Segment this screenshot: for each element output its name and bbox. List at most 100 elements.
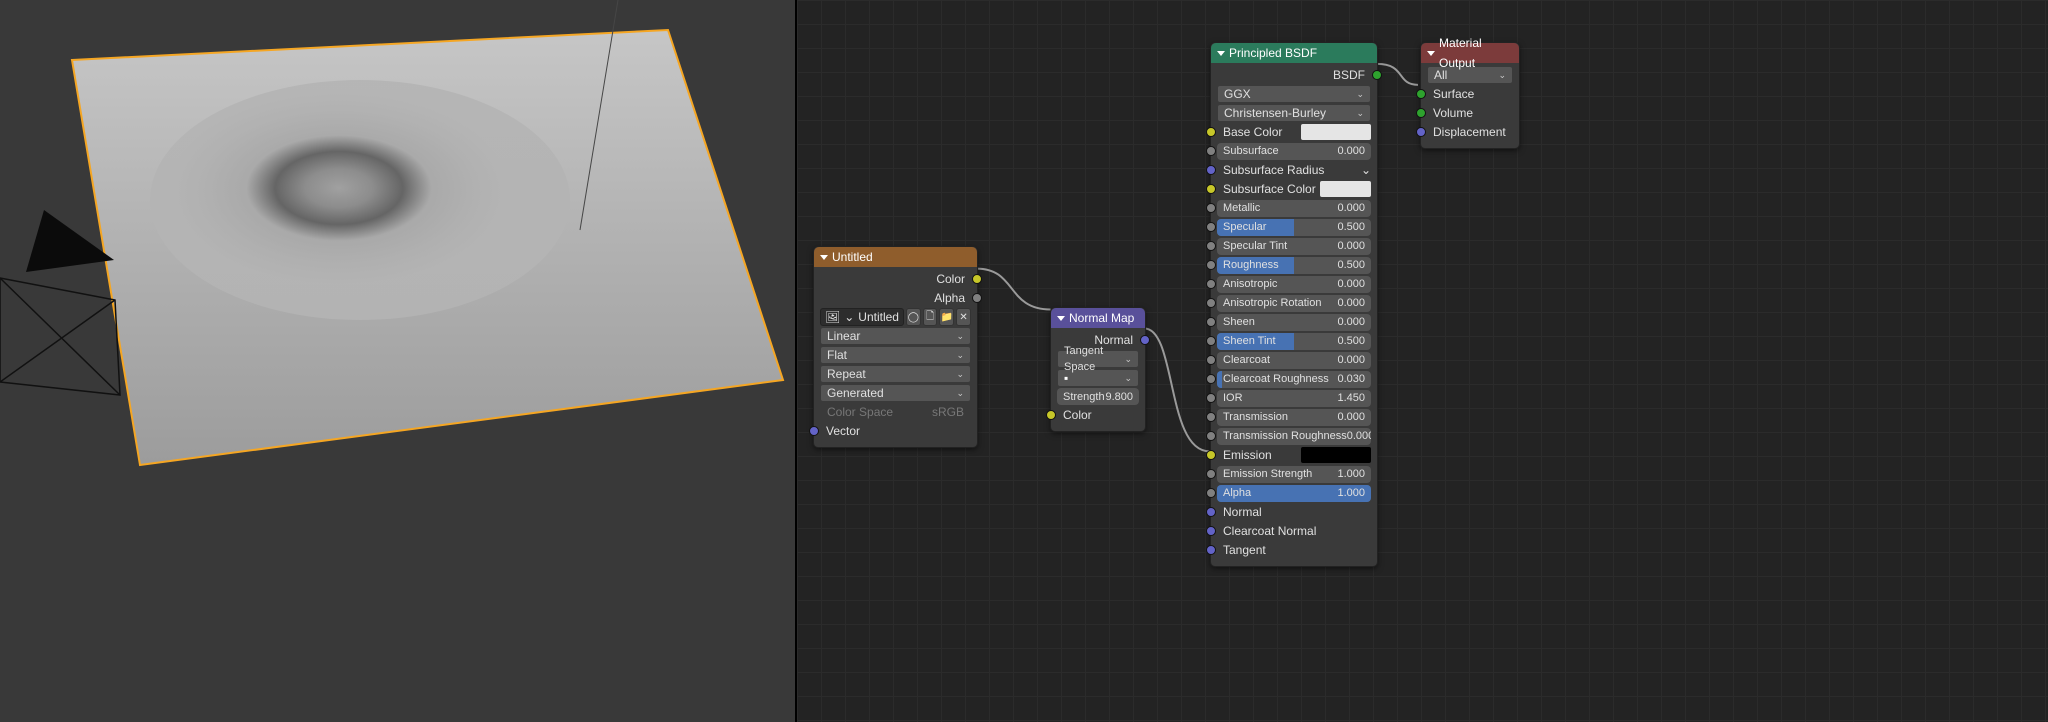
- target-dd[interactable]: All⌄: [1427, 66, 1513, 84]
- chevron-down-icon[interactable]: ⌄: [1361, 163, 1371, 177]
- socket-transrough[interactable]: [1206, 431, 1216, 441]
- socket-clearcoatnormal[interactable]: [1206, 526, 1216, 536]
- socket-metallic[interactable]: [1206, 203, 1216, 213]
- socket-subsurface-color[interactable]: [1206, 184, 1216, 194]
- socket-out-color[interactable]: [972, 274, 982, 284]
- out-alpha-label: Alpha: [820, 291, 971, 305]
- slider-alpha[interactable]: Alpha1.000: [1217, 485, 1371, 502]
- coords-dd[interactable]: Generated⌄: [820, 384, 971, 402]
- node-editor[interactable]: Untitled Color Alpha 🖼 ⌄ Untitled ◯ 🗋 📁 …: [795, 0, 2048, 722]
- chevron-down-icon: ⌄: [956, 328, 964, 344]
- subsurface-color-swatch[interactable]: [1320, 181, 1371, 197]
- slider-sheentint[interactable]: Sheen Tint0.500: [1217, 333, 1371, 350]
- image-icon: 🖼: [825, 310, 840, 324]
- socket-roughness[interactable]: [1206, 260, 1216, 270]
- out-color-label: Color: [820, 272, 971, 286]
- socket-anisorot[interactable]: [1206, 298, 1216, 308]
- chevron-down-icon: ⌄: [956, 385, 964, 401]
- out-bsdf-label: BSDF: [1217, 68, 1371, 82]
- socket-in-color[interactable]: [1046, 410, 1056, 420]
- extension-dd[interactable]: Repeat⌄: [820, 365, 971, 383]
- basecolor-swatch[interactable]: [1301, 124, 1371, 140]
- node-header-image-texture[interactable]: Untitled: [814, 247, 977, 267]
- chevron-down-icon: ⌄: [1356, 86, 1364, 102]
- distribution-dd[interactable]: GGX⌄: [1217, 85, 1371, 103]
- socket-emission[interactable]: [1206, 450, 1216, 460]
- collapse-icon[interactable]: [820, 255, 828, 260]
- projection-dd[interactable]: Flat⌄: [820, 346, 971, 364]
- emission-swatch[interactable]: [1301, 447, 1371, 463]
- node-principled-bsdf[interactable]: Principled BSDF BSDF GGX⌄ Christensen-Bu…: [1210, 42, 1378, 567]
- open-image-button[interactable]: 📁: [939, 308, 954, 326]
- slider-sheen[interactable]: Sheen0.000: [1217, 314, 1371, 331]
- chevron-down-icon: ⌄: [1498, 67, 1506, 83]
- fake-user-button[interactable]: ◯: [906, 308, 921, 326]
- socket-surface[interactable]: [1416, 89, 1426, 99]
- chevron-down-icon: ⌄: [1124, 370, 1132, 386]
- collapse-icon[interactable]: [1217, 51, 1225, 56]
- slider-transmission[interactable]: Transmission0.000: [1217, 409, 1371, 426]
- slider-clearcoat[interactable]: Clearcoat0.000: [1217, 352, 1371, 369]
- node-normal-map[interactable]: Normal Map Normal Tangent Space⌄ ▪⌄ Stre…: [1050, 307, 1146, 432]
- socket-out-bsdf[interactable]: [1372, 70, 1382, 80]
- viewport-3d[interactable]: [0, 0, 795, 722]
- slider-specular-tint[interactable]: Specular Tint0.000: [1217, 238, 1371, 255]
- socket-clearcoatrough[interactable]: [1206, 374, 1216, 384]
- image-datablock-dd[interactable]: 🖼 ⌄ Untitled: [820, 308, 904, 326]
- socket-emissionstr[interactable]: [1206, 469, 1216, 479]
- chevron-down-icon: ⌄: [956, 366, 964, 382]
- viewport-scene: [0, 0, 795, 722]
- node-title: Normal Map: [1069, 308, 1134, 328]
- node-image-texture[interactable]: Untitled Color Alpha 🖼 ⌄ Untitled ◯ 🗋 📁 …: [813, 246, 978, 448]
- slider-anisotropic[interactable]: Anisotropic0.000: [1217, 276, 1371, 293]
- space-dd[interactable]: Tangent Space⌄: [1057, 350, 1139, 368]
- slider-ior[interactable]: IOR1.450: [1217, 390, 1371, 407]
- slider-anisorot[interactable]: Anisotropic Rotation0.000: [1217, 295, 1371, 312]
- slider-metallic[interactable]: Metallic0.000: [1217, 200, 1371, 217]
- sss-dd[interactable]: Christensen-Burley⌄: [1217, 104, 1371, 122]
- chevron-down-icon: ⌄: [956, 347, 964, 363]
- interp-dd[interactable]: Linear⌄: [820, 327, 971, 345]
- socket-tangent[interactable]: [1206, 545, 1216, 555]
- slider-subsurface[interactable]: Subsurface0.000: [1217, 143, 1371, 160]
- image-name: Untitled: [858, 310, 899, 324]
- node-material-output[interactable]: Material Output All⌄ Surface Volume Disp…: [1420, 42, 1520, 149]
- slider-specular[interactable]: Specular0.500: [1217, 219, 1371, 236]
- slider-clearcoatrough[interactable]: Clearcoat Roughness0.030: [1217, 371, 1371, 388]
- chevron-down-icon: ⌄: [844, 310, 854, 324]
- socket-out-alpha[interactable]: [972, 293, 982, 303]
- slider-emissionstr[interactable]: Emission Strength1.000: [1217, 466, 1371, 483]
- socket-normal[interactable]: [1206, 507, 1216, 517]
- socket-alpha[interactable]: [1206, 488, 1216, 498]
- chevron-down-icon: ⌄: [1124, 351, 1132, 367]
- socket-volume[interactable]: [1416, 108, 1426, 118]
- node-header-output[interactable]: Material Output: [1421, 43, 1519, 63]
- socket-out-normal[interactable]: [1140, 335, 1150, 345]
- new-image-button[interactable]: 🗋: [923, 308, 938, 326]
- socket-clearcoat[interactable]: [1206, 355, 1216, 365]
- socket-specular[interactable]: [1206, 222, 1216, 232]
- socket-subsurface-radius[interactable]: [1206, 165, 1216, 175]
- node-header-bsdf[interactable]: Principled BSDF: [1211, 43, 1377, 63]
- socket-displacement[interactable]: [1416, 127, 1426, 137]
- unlink-image-button[interactable]: ✕: [956, 308, 971, 326]
- socket-subsurface[interactable]: [1206, 146, 1216, 156]
- node-header-normal-map[interactable]: Normal Map: [1051, 308, 1145, 328]
- socket-transmission[interactable]: [1206, 412, 1216, 422]
- slider-transrough[interactable]: Transmission Roughness0.000: [1217, 428, 1371, 445]
- node-title: Principled BSDF: [1229, 43, 1317, 63]
- out-normal-label: Normal: [1057, 333, 1139, 347]
- collapse-icon[interactable]: [1057, 316, 1065, 321]
- colorspace-dd: Color SpacesRGB: [820, 403, 971, 421]
- socket-anisotropic[interactable]: [1206, 279, 1216, 289]
- slider-roughness[interactable]: Roughness0.500: [1217, 257, 1371, 274]
- socket-ior[interactable]: [1206, 393, 1216, 403]
- in-vector-label: Vector: [820, 424, 971, 438]
- socket-in-vector[interactable]: [809, 426, 819, 436]
- collapse-icon[interactable]: [1427, 51, 1435, 56]
- socket-basecolor[interactable]: [1206, 127, 1216, 137]
- socket-sheentint[interactable]: [1206, 336, 1216, 346]
- socket-sheen[interactable]: [1206, 317, 1216, 327]
- socket-specular-tint[interactable]: [1206, 241, 1216, 251]
- strength-slider[interactable]: Strength 9.800: [1057, 388, 1139, 405]
